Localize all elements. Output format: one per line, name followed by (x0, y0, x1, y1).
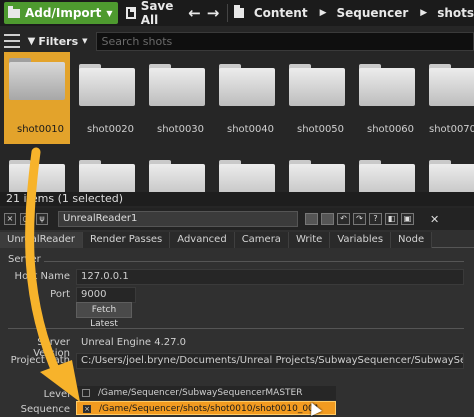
search-input[interactable] (95, 31, 474, 51)
folder-icon (289, 64, 345, 106)
asset-grid: shot0010 shot0020 shot0030 shot0040 shot… (0, 52, 474, 192)
breadcrumb-folder-icon[interactable] (234, 5, 244, 18)
folder-icon (149, 160, 205, 192)
folder-tile-shot0040[interactable]: shot0040 (214, 52, 280, 147)
node-properties-panel: × ○ ψ UnrealReader1 ↶ ↷ ? ◧ ▣ ✕ UnrealRe… (0, 208, 474, 417)
folder-tile-shot0070[interactable]: shot0070 (424, 52, 474, 147)
save-icon (126, 7, 136, 19)
tab-advanced[interactable]: Advanced (170, 232, 235, 248)
breadcrumb-arrow-icon[interactable]: ▶ (320, 8, 327, 18)
host-name-label: Host Name (14, 271, 70, 282)
folder-icon (79, 160, 135, 192)
section-divider (8, 328, 464, 329)
host-name-field[interactable]: 127.0.0.1 (76, 269, 464, 285)
undo-icon[interactable]: ↶ (337, 213, 350, 225)
folder-icon (9, 58, 65, 100)
folder-tile[interactable] (4, 152, 70, 192)
folder-icon (429, 64, 474, 106)
folder-tile[interactable] (74, 152, 140, 192)
back-arrow-icon[interactable]: ← (188, 4, 201, 22)
redo-icon[interactable]: ↷ (353, 213, 366, 225)
folder-icon (8, 5, 20, 18)
folder-icon (429, 160, 474, 192)
tab-render-passes[interactable]: Render Passes (83, 232, 171, 248)
folder-icon (359, 64, 415, 106)
folder-icon (359, 160, 415, 192)
folder-tile-shot0030[interactable]: shot0030 (144, 52, 210, 147)
checkbox[interactable] (82, 389, 90, 397)
breadcrumb-arrow-icon[interactable]: ▶ (420, 8, 427, 18)
folder-icon (289, 160, 345, 192)
folder-icon (149, 64, 205, 106)
folder-icon (219, 64, 275, 106)
sources-panel-toggle-icon[interactable] (4, 34, 20, 48)
folder-tile[interactable] (144, 152, 210, 192)
project-path-field[interactable]: C:/Users/joel.bryne/Documents/Unreal Pro… (76, 353, 464, 369)
add-import-label: Add/Import (25, 6, 102, 20)
save-all-label: Save All (140, 0, 174, 27)
folder-tile-shot0020[interactable]: shot0020 (74, 52, 140, 147)
folder-tile-shot0060[interactable]: shot0060 (354, 52, 420, 147)
filters-label: Filters (38, 34, 79, 48)
sequence-label: Sequence (20, 404, 70, 415)
folder-tile[interactable] (354, 152, 420, 192)
node-header: × ○ ψ UnrealReader1 ↶ ↷ ? ◧ ▣ ✕ (0, 208, 474, 230)
sequence-option-label: /Game/Sequencer/shots/shot0010/shot0010_… (99, 404, 320, 414)
port-field[interactable]: 9000 (76, 287, 136, 303)
section-divider (44, 261, 464, 262)
folder-tile-shot0010[interactable]: shot0010 (4, 52, 70, 144)
content-browser-toolbar: Add/Import ▼ Save All ← → Content ▶ Sequ… (0, 0, 474, 27)
breadcrumb-shots[interactable]: shots (437, 6, 474, 20)
fetch-latest-button[interactable]: Fetch Latest (76, 302, 132, 329)
panel-close-icon[interactable]: × (4, 213, 16, 225)
sequence-dropdown-list[interactable]: /Game/Sequencer/SubwaySequencerMASTER × … (76, 386, 336, 416)
float-icon[interactable]: ▣ (401, 213, 414, 225)
breadcrumb-content[interactable]: Content (254, 6, 308, 20)
caret-down-icon: ▼ (82, 37, 88, 45)
color-swatch-icon[interactable] (305, 213, 318, 225)
sequence-option-selected[interactable]: × /Game/Sequencer/shots/shot0010/shot001… (76, 401, 336, 415)
panel-float-icon[interactable]: ○ (20, 213, 32, 225)
revert-icon[interactable]: ◧ (385, 213, 398, 225)
toolbar-divider (227, 4, 229, 22)
server-version-value: Unreal Engine 4.27.0 (76, 335, 464, 351)
checkbox-checked[interactable]: × (83, 405, 91, 413)
funnel-icon: ▼ (27, 35, 36, 47)
item-count-status: 21 items (1 selected) (0, 192, 474, 206)
folder-tile[interactable] (424, 152, 474, 192)
forward-arrow-icon[interactable]: → (207, 4, 220, 22)
port-label: Port (50, 289, 70, 300)
folder-tile[interactable] (284, 152, 350, 192)
sequence-option-label: /Game/Sequencer/SubwaySequencerMASTER (98, 388, 303, 398)
project-path-label: Project Path (10, 355, 70, 366)
filter-bar: ▼ Filters ▼ (0, 30, 474, 52)
breadcrumb-sequencer[interactable]: Sequencer (337, 6, 409, 20)
tab-node[interactable]: Node (391, 232, 433, 248)
tab-unrealreader[interactable]: UnrealReader (0, 232, 83, 248)
folder-icon (219, 160, 275, 192)
folder-tile-shot0050[interactable]: shot0050 (284, 52, 350, 147)
node-tabs: UnrealReader Render Passes Advanced Came… (0, 232, 474, 248)
tab-write[interactable]: Write (288, 232, 331, 248)
node-name-field[interactable]: UnrealReader1 (58, 211, 298, 227)
node-color-icon[interactable]: ψ (36, 213, 48, 225)
folder-icon (79, 64, 135, 106)
tab-variables[interactable]: Variables (330, 232, 392, 248)
sequence-option[interactable]: /Game/Sequencer/SubwaySequencerMASTER (76, 386, 336, 400)
server-section-label: Server (8, 254, 41, 265)
filters-button[interactable]: ▼ Filters ▼ (28, 35, 88, 48)
tab-camera[interactable]: Camera (234, 232, 289, 248)
save-all-button[interactable]: Save All (126, 0, 176, 27)
folder-tile-label: shot0070 (429, 124, 474, 135)
add-import-button[interactable]: Add/Import ▼ (4, 2, 119, 24)
color-swatch-icon[interactable] (321, 213, 334, 225)
caret-down-icon: ▼ (106, 8, 113, 18)
help-icon[interactable]: ? (369, 213, 382, 225)
level-label: Level (43, 389, 70, 400)
close-icon[interactable]: ✕ (430, 213, 439, 226)
folder-icon (9, 160, 65, 192)
folder-tile[interactable] (214, 152, 280, 192)
